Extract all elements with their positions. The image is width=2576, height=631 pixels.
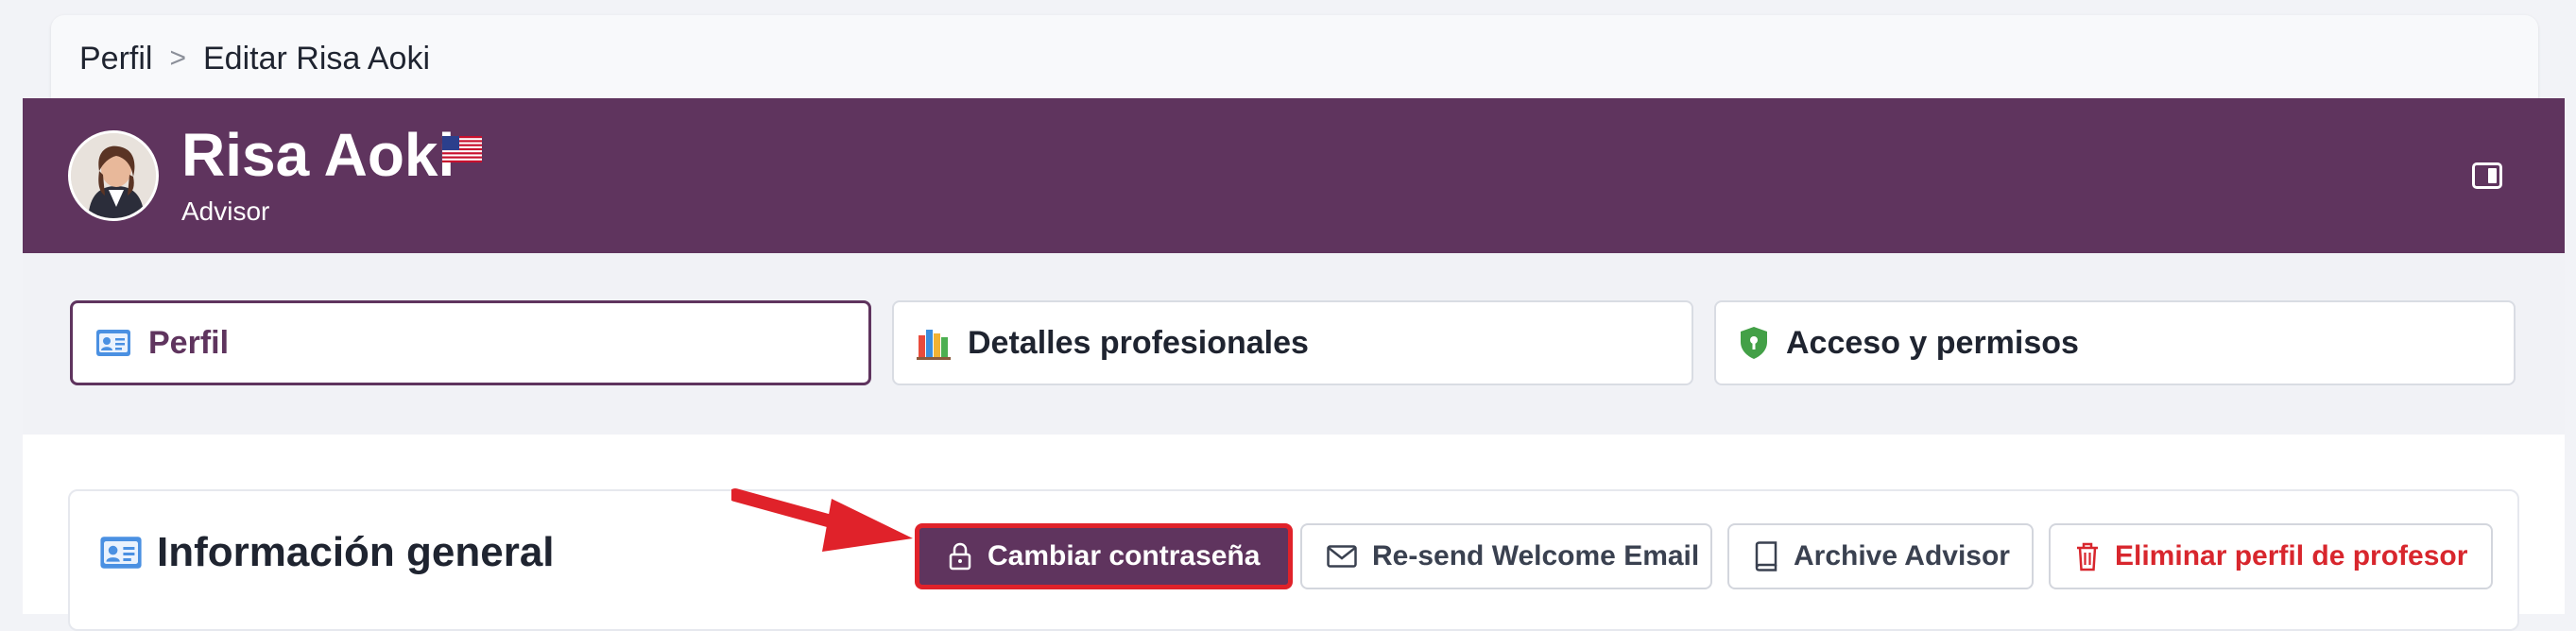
- archive-advisor-button[interactable]: Archive Advisor: [1727, 523, 2034, 589]
- section-title: Información general: [98, 529, 555, 576]
- section-title-text: Información general: [157, 529, 555, 575]
- tabs-area: Perfil Detalles profesionales Acceso y p…: [23, 253, 2565, 435]
- resend-welcome-email-button[interactable]: Re-send Welcome Email: [1300, 523, 1712, 589]
- avatar: [68, 130, 159, 221]
- book-icon: [1754, 541, 1778, 571]
- general-info-card: Información general Cambiar contraseña R…: [68, 489, 2519, 631]
- breadcrumb-item-profile[interactable]: Perfil: [79, 41, 152, 77]
- profile-name: Risa Aoki: [181, 121, 455, 189]
- change-password-label: Cambiar contraseña: [987, 540, 1261, 571]
- breadcrumb: Perfil > Editar Risa Aoki: [79, 38, 430, 79]
- mail-icon: [1327, 545, 1357, 568]
- lock-icon: [948, 542, 972, 571]
- tab-professional-details[interactable]: Detalles profesionales: [892, 300, 1693, 385]
- trash-icon: [2075, 541, 2100, 571]
- tab-label: Perfil: [148, 324, 230, 361]
- us-flag-icon: [442, 136, 482, 162]
- id-card-icon: [95, 329, 131, 357]
- annotation-arrow-icon: [731, 482, 920, 557]
- breadcrumb-item-current: Editar Risa Aoki: [203, 40, 430, 77]
- tab-label: Detalles profesionales: [968, 324, 1309, 361]
- tab-profile[interactable]: Perfil: [70, 300, 871, 385]
- breadcrumb-separator: >: [169, 43, 186, 74]
- id-card-icon: [98, 536, 144, 570]
- delete-label: Eliminar perfil de profesor: [2115, 540, 2468, 571]
- change-password-button[interactable]: Cambiar contraseña: [915, 523, 1294, 589]
- shield-icon: [1739, 326, 1769, 360]
- profile-role: Advisor: [181, 196, 270, 226]
- books-icon: [917, 326, 951, 360]
- resend-email-label: Re-send Welcome Email: [1372, 540, 1700, 571]
- content-area: Información general Cambiar contraseña R…: [23, 435, 2565, 631]
- sidebar-toggle-icon[interactable]: [2472, 162, 2502, 189]
- tab-access-permissions[interactable]: Acceso y permisos: [1714, 300, 2516, 385]
- archive-label: Archive Advisor: [1794, 540, 2010, 571]
- delete-profile-button[interactable]: Eliminar perfil de profesor: [2049, 523, 2493, 589]
- tab-label: Acceso y permisos: [1786, 324, 2079, 361]
- profile-header: Risa Aoki Advisor: [23, 98, 2565, 253]
